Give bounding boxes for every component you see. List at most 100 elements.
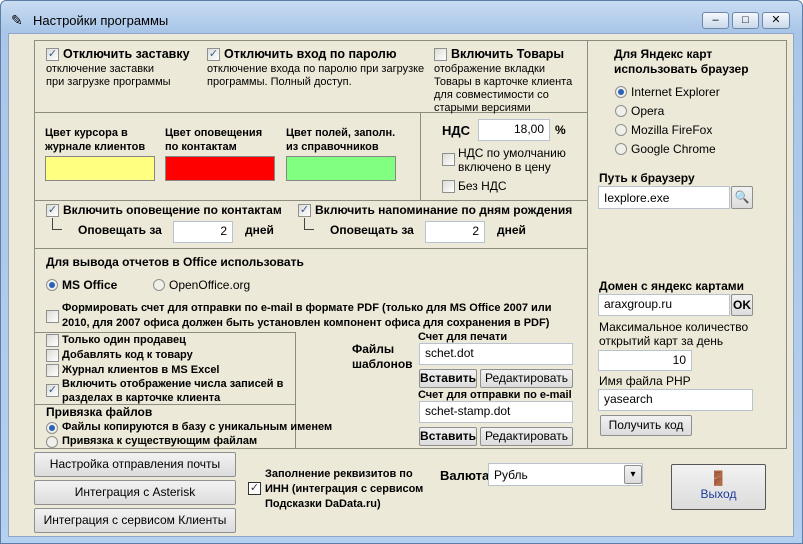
exit-button[interactable]: 🚪 Выход xyxy=(671,464,766,510)
email-edit-button[interactable]: Редактировать xyxy=(480,427,573,446)
browser-path-input[interactable]: Iexplore.exe xyxy=(598,186,730,209)
inn-fill-checkbox[interactable]: ✓ xyxy=(248,482,261,495)
notify-contacts-checkbox[interactable]: ✓ xyxy=(46,204,59,217)
cursor-color-label: Цвет курсора в xyxy=(45,127,128,139)
enable-goods-label: Включить Товары xyxy=(451,47,565,61)
browser-radio-opera[interactable] xyxy=(615,105,627,117)
cursor-color-swatch[interactable] xyxy=(45,156,155,181)
templates-title: шаблонов xyxy=(352,357,413,371)
get-code-button[interactable]: Получить код xyxy=(600,415,692,436)
pdf-label: Формировать счет для отправки по e-mail … xyxy=(62,302,552,314)
disable-splash-desc: при загрузке программы xyxy=(46,76,171,88)
vat-included-label: включено в цену xyxy=(458,160,551,174)
days-label: дней xyxy=(497,223,526,237)
fields-color-label: из справочников xyxy=(286,141,379,153)
link-files-radio[interactable] xyxy=(46,436,58,448)
alert-color-swatch[interactable] xyxy=(165,156,275,181)
browser-label-ie: Internet Explorer xyxy=(631,85,720,99)
excel-journal-checkbox[interactable] xyxy=(46,364,59,377)
inn-fill-label: ИНН (интеграция с сервисом xyxy=(265,483,424,495)
tree-line xyxy=(52,218,62,230)
domain-input[interactable]: araxgroup.ru xyxy=(598,294,730,316)
minimize-button[interactable]: – xyxy=(702,12,729,29)
print-template-input[interactable]: schet.dot xyxy=(419,343,573,365)
app-icon: ✎ xyxy=(11,12,23,28)
mail-settings-button[interactable]: Настройка отправления почты xyxy=(34,452,236,477)
enable-goods-desc: отображение вкладки xyxy=(434,63,546,75)
record-count-label: Включить отображение числа записей в xyxy=(62,378,284,390)
one-seller-label: Только один продавец xyxy=(62,334,186,346)
add-code-label: Добавлять код к товару xyxy=(62,349,193,361)
domain-label: Домен с яндекс картами xyxy=(599,279,745,293)
disable-password-label: Отключить вход по паролю xyxy=(224,47,397,61)
browser-title: использовать браузер xyxy=(614,62,749,76)
vat-included-label: НДС по умолчанию xyxy=(458,146,566,160)
vat-included-checkbox[interactable] xyxy=(442,153,455,166)
alert-color-label: Цвет оповещения xyxy=(165,127,263,139)
disable-password-desc: программы. Полный доступ. xyxy=(207,76,352,88)
currency-label: Валюта xyxy=(440,468,490,483)
email-insert-button[interactable]: Вставить xyxy=(419,427,477,446)
no-vat-checkbox[interactable] xyxy=(442,180,455,193)
record-count-label: разделах в карточке клиента xyxy=(62,392,221,404)
browser-label-firefox: Mozilla FireFox xyxy=(631,123,713,137)
exit-door-icon: 🚪 xyxy=(709,470,728,486)
ms-office-label: MS Office xyxy=(62,278,118,292)
inn-fill-label: Заполнение реквизитов по xyxy=(265,468,413,480)
browser-radio-firefox[interactable] xyxy=(615,124,627,136)
disable-splash-label: Отключить заставку xyxy=(63,47,190,61)
openoffice-radio[interactable] xyxy=(153,279,165,291)
templates-title: Файлы xyxy=(352,342,395,356)
ms-office-radio[interactable] xyxy=(46,279,58,291)
alert-color-label: по контактам xyxy=(165,141,237,153)
no-vat-label: Без НДС xyxy=(458,179,507,193)
disable-password-desc: отключение входа по паролю при загрузке xyxy=(207,63,425,75)
excel-journal-label: Журнал клиентов в MS Excel xyxy=(62,364,220,376)
openoffice-label: OpenOffice.org xyxy=(169,278,251,292)
notify-birthdays-checkbox[interactable]: ✓ xyxy=(298,204,311,217)
browser-label-opera: Opera xyxy=(631,104,665,118)
browser-title: Для Яндекс карт xyxy=(614,47,713,61)
notify-contacts-sub: Оповещать за xyxy=(78,223,162,237)
search-icon[interactable]: 🔍 xyxy=(731,186,753,209)
record-count-checkbox[interactable]: ✓ xyxy=(46,384,59,397)
fields-color-swatch[interactable] xyxy=(286,156,396,181)
browser-label-chrome: Google Chrome xyxy=(631,142,716,156)
maximize-button[interactable]: □ xyxy=(732,12,759,29)
pdf-checkbox[interactable] xyxy=(46,310,59,323)
fields-color-label: Цвет полей, заполн. xyxy=(286,127,396,139)
one-seller-checkbox[interactable] xyxy=(46,334,59,347)
browser-radio-ie[interactable] xyxy=(615,86,627,98)
vat-unit: % xyxy=(555,123,566,137)
browser-path-label: Путь к браузеру xyxy=(599,171,695,185)
clients-integration-button[interactable]: Интеграция с сервисом Клиенты xyxy=(34,508,236,533)
window-title: Настройки программы xyxy=(33,13,169,28)
add-code-checkbox[interactable] xyxy=(46,349,59,362)
close-button[interactable]: ✕ xyxy=(762,12,790,29)
email-template-input[interactable]: schet-stamp.dot xyxy=(419,401,573,423)
browser-radio-chrome[interactable] xyxy=(615,143,627,155)
enable-goods-desc: для совместимости со xyxy=(434,89,549,101)
copy-files-label: Файлы копируются в базу с уникальным име… xyxy=(62,421,333,433)
disable-password-checkbox[interactable]: ✓ xyxy=(207,48,220,61)
tree-line xyxy=(304,218,314,230)
copy-files-radio[interactable] xyxy=(46,422,58,434)
notify-birthdays-days-input[interactable]: 2 xyxy=(425,221,485,243)
print-edit-button[interactable]: Редактировать xyxy=(480,369,573,388)
notify-contacts-days-input[interactable]: 2 xyxy=(173,221,233,243)
domain-ok-button[interactable]: OK xyxy=(731,294,753,316)
chevron-down-icon[interactable]: ▾ xyxy=(624,465,642,484)
pdf-label: 2010, для 2007 офиса должен быть установ… xyxy=(62,317,550,329)
days-label: дней xyxy=(245,223,274,237)
max-opens-input[interactable]: 10 xyxy=(598,350,692,371)
exit-label: Выход xyxy=(700,487,737,501)
file-binding-title: Привязка файлов xyxy=(46,405,153,419)
print-insert-button[interactable]: Вставить xyxy=(419,369,477,388)
disable-splash-checkbox[interactable]: ✓ xyxy=(46,48,59,61)
enable-goods-checkbox[interactable] xyxy=(434,48,447,61)
vat-input[interactable]: 18,00 xyxy=(478,119,550,141)
asterisk-integration-button[interactable]: Интеграция с Asterisk xyxy=(34,480,236,505)
notify-birthdays-sub: Оповещать за xyxy=(330,223,414,237)
php-file-input[interactable]: yasearch xyxy=(598,389,753,411)
currency-select[interactable]: Рубль xyxy=(488,463,643,486)
